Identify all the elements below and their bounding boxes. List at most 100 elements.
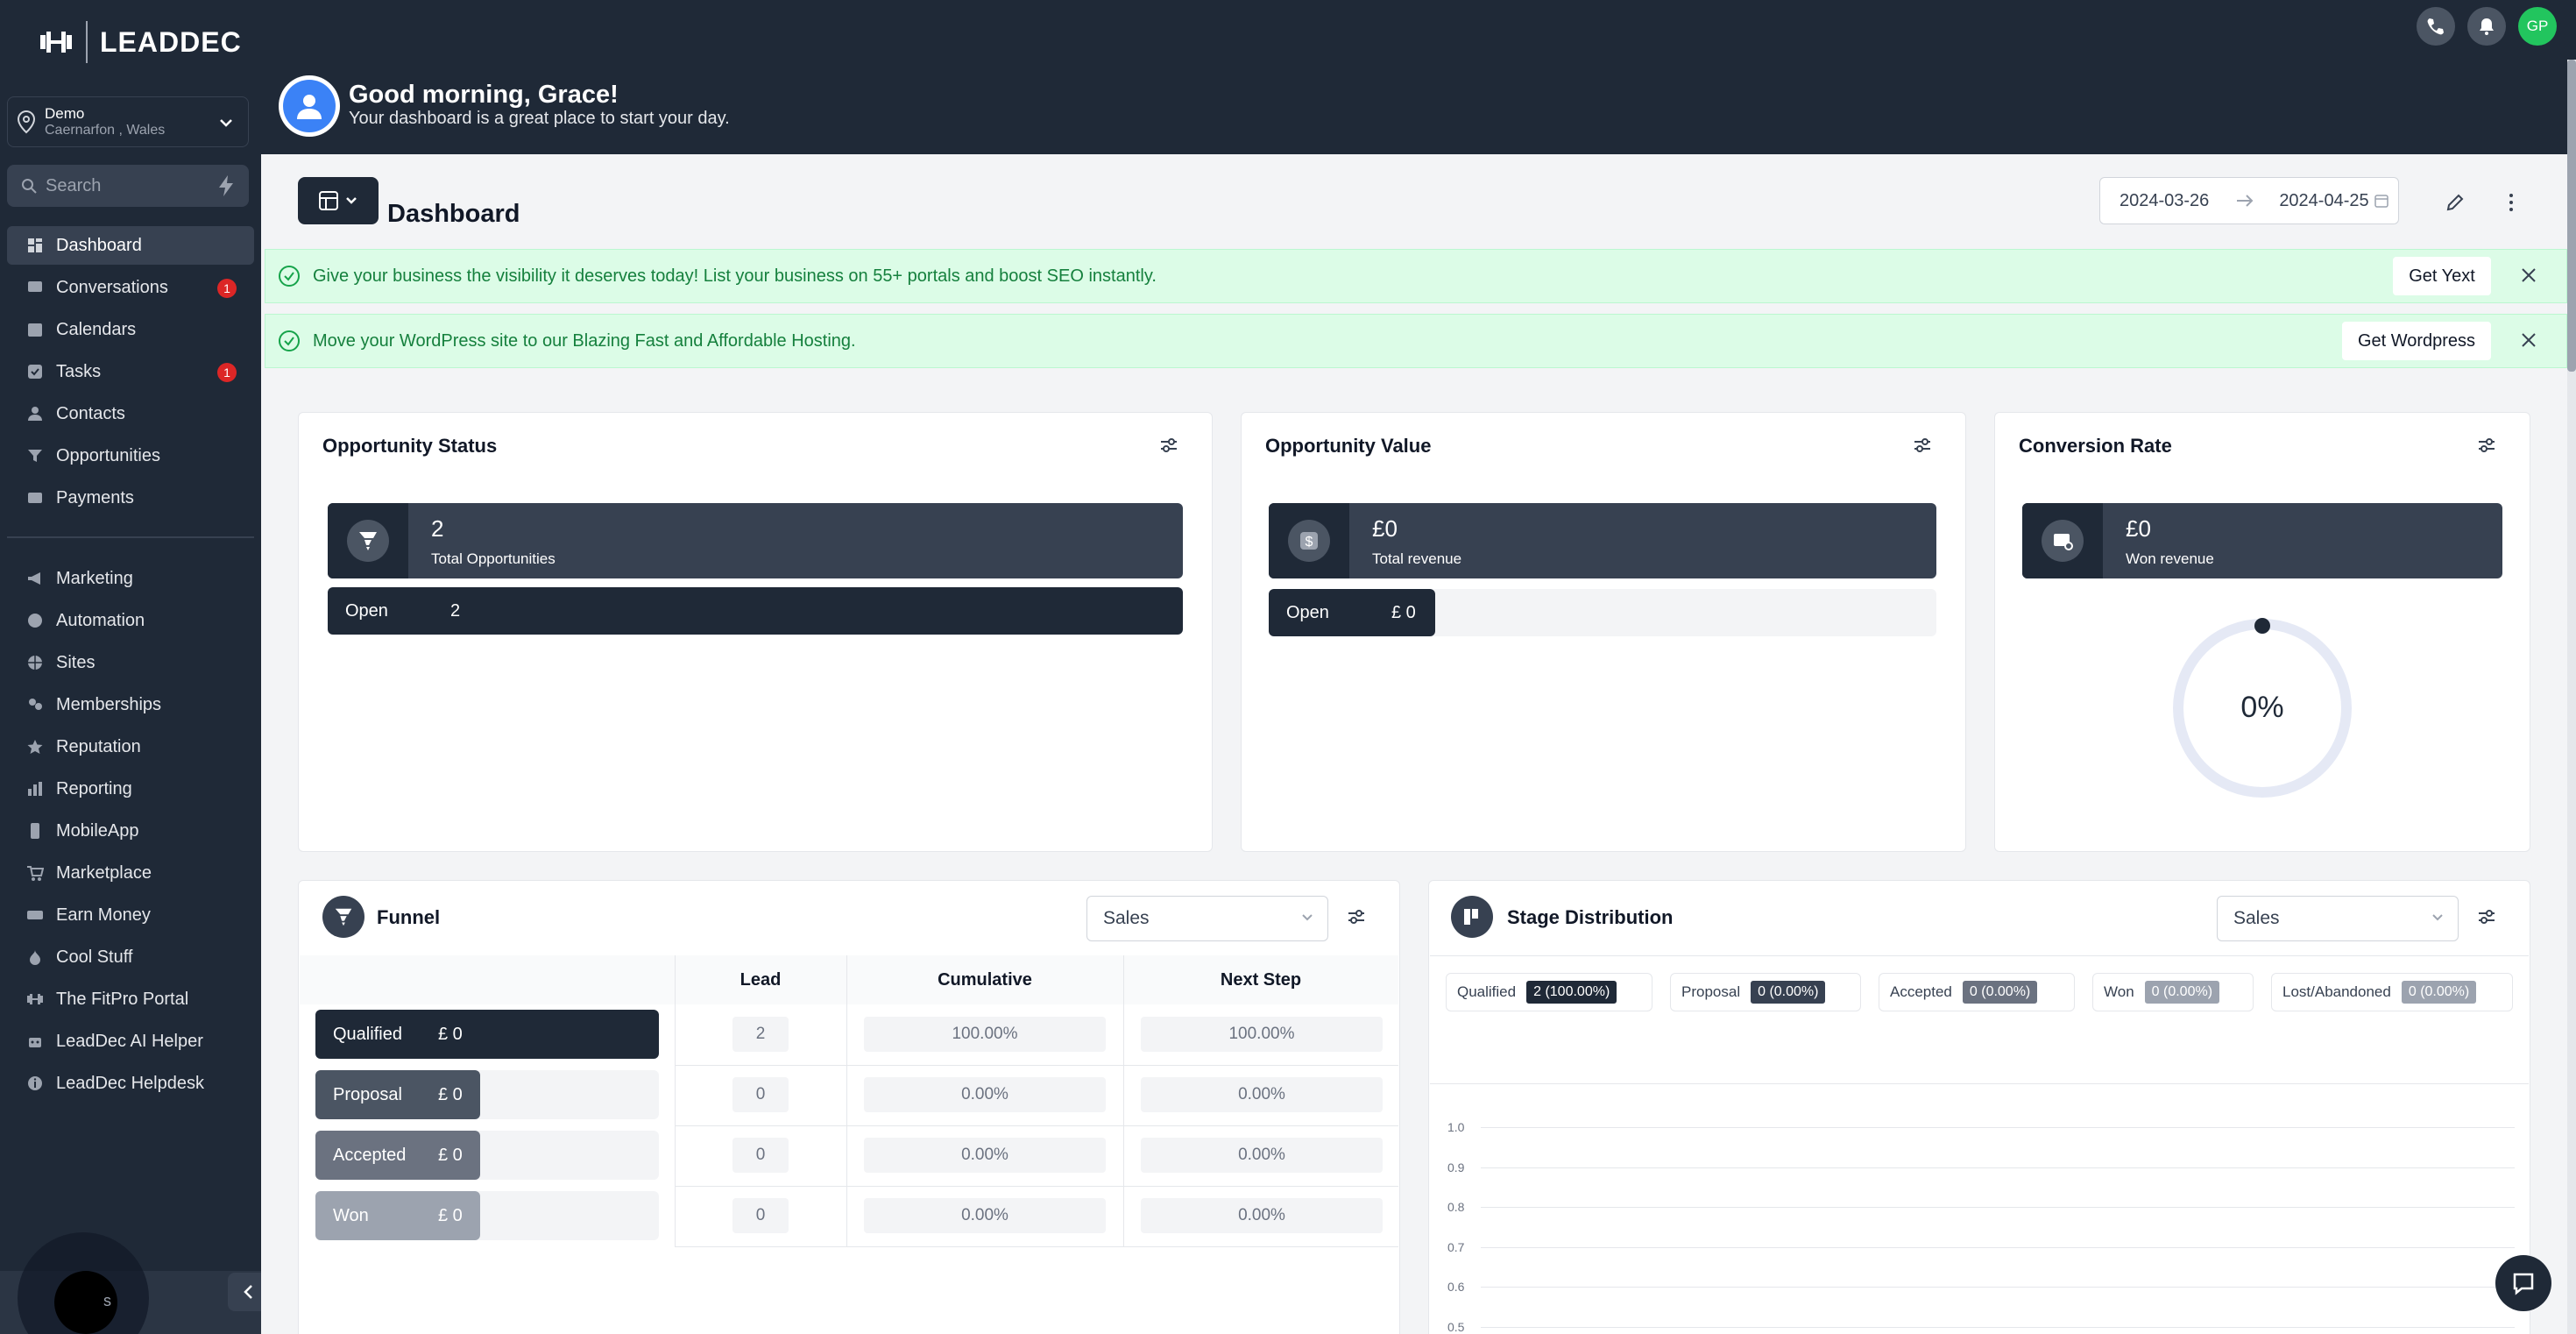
funnel-bar-accepted[interactable]: Accepted £ 0 (315, 1131, 480, 1180)
sidebar-item-payments[interactable]: Payments (7, 479, 254, 517)
date-range-picker[interactable]: 2024-03-26 2024-04-25 (2099, 177, 2399, 224)
greeting-avatar (279, 75, 340, 137)
get-yext-button[interactable]: Get Yext (2393, 257, 2491, 295)
sidebar-item-label: Earn Money (56, 905, 151, 925)
phone-button[interactable] (2417, 7, 2455, 46)
chat-icon (26, 279, 44, 296)
sidebar-item-automation[interactable]: Automation (7, 601, 254, 640)
close-icon[interactable] (2519, 266, 2538, 285)
register-icon (2054, 534, 2073, 550)
banner-text: Give your business the visibility it des… (313, 266, 1157, 286)
sidebar-item-label: Contacts (56, 403, 125, 423)
get-wordpress-button[interactable]: Get Wordpress (2342, 322, 2491, 360)
scrollbar-thumb[interactable] (2567, 60, 2576, 372)
open-status-row[interactable]: Open 2 (328, 587, 1183, 635)
close-icon[interactable] (2519, 330, 2538, 350)
layout-icon (319, 191, 338, 210)
sidebar-item-reporting[interactable]: Reporting (7, 770, 254, 808)
dashboard-switcher-button[interactable] (298, 177, 379, 224)
kanban-icon (1464, 909, 1478, 925)
stage-pill-won[interactable]: Won 0 (0.00%) (2092, 973, 2254, 1011)
sidebar-item-reputation[interactable]: Reputation (7, 727, 254, 766)
funnel-lead-cell: 0 (732, 1077, 789, 1112)
funnel-cumulative-cell: 0.00% (864, 1138, 1106, 1173)
search-input[interactable]: Search (7, 165, 249, 207)
stage-pill-qualified[interactable]: Qualified 2 (100.00%) (1446, 973, 1652, 1011)
sliders-icon[interactable] (1346, 906, 1367, 927)
stage-value: 0 (0.00%) (1751, 981, 1826, 1004)
chat-widget-button[interactable] (2495, 1255, 2551, 1311)
sidebar-item-conversations[interactable]: Conversations 1 (7, 268, 254, 307)
funnel-stage-label: Accepted (333, 1145, 407, 1165)
sidebar-item-marketplace[interactable]: Marketplace (7, 854, 254, 892)
star-icon (26, 738, 44, 756)
phone-icon (2427, 18, 2444, 35)
logo[interactable]: LEADDEC (39, 19, 242, 65)
banner-text: Move your WordPress site to our Blazing … (313, 330, 856, 351)
sliders-icon[interactable] (2476, 906, 2497, 927)
user-avatar[interactable]: GP (2518, 7, 2557, 46)
won-revenue-label: Won revenue (2126, 550, 2214, 567)
won-revenue-value: £0 (2126, 515, 2151, 542)
stage-value: 0 (0.00%) (2144, 981, 2220, 1004)
funnel-bar-won[interactable]: Won £ 0 (315, 1191, 480, 1240)
sidebar-item-the-fitpro-portal[interactable]: The FitPro Portal (7, 980, 254, 1018)
funnel-stage-amount: £ 0 (438, 1145, 463, 1165)
sliders-icon[interactable] (1158, 435, 1179, 456)
sidebar-item-memberships[interactable]: Memberships (7, 685, 254, 724)
col-divider (675, 955, 676, 1246)
edit-dashboard-button[interactable] (2434, 184, 2476, 221)
sidebar-item-mobileapp[interactable]: MobileApp (7, 812, 254, 850)
row-divider (675, 1186, 1398, 1187)
sidebar-item-leaddec-helpdesk[interactable]: LeadDec Helpdesk (7, 1064, 254, 1103)
date-end[interactable]: 2024-04-25 (2279, 191, 2370, 211)
sidebar-item-dashboard[interactable]: Dashboard (7, 226, 254, 265)
funnel-pipeline-select[interactable]: Sales (1086, 896, 1328, 941)
funnel-bar-qualified[interactable]: Qualified £ 0 (315, 1010, 659, 1059)
notifications-button[interactable] (2467, 7, 2506, 46)
date-start[interactable]: 2024-03-26 (2120, 191, 2209, 211)
stage-value: 0 (0.00%) (1962, 981, 2038, 1004)
y-tick-label: 0.6 (1447, 1280, 1465, 1294)
y-tick-label: 0.9 (1447, 1160, 1465, 1174)
sliders-icon[interactable] (1912, 435, 1933, 456)
open-value-row[interactable]: Open £ 0 (1269, 589, 1435, 636)
yext-banner: Give your business the visibility it des… (265, 249, 2567, 303)
table-bottom-border (675, 1246, 1398, 1247)
stage-pill-lost-abandoned[interactable]: Lost/Abandoned 0 (0.00%) (2271, 973, 2513, 1011)
bolt-icon[interactable] (214, 174, 238, 198)
sidebar-item-label: Automation (56, 610, 145, 630)
stage-pill-accepted[interactable]: Accepted 0 (0.00%) (1879, 973, 2075, 1011)
sidebar: LEADDEC Demo Caernarfon , Wales Search D… (0, 0, 270, 1334)
logo-text: LEADDEC (100, 25, 242, 58)
stage-distribution-title: Stage Distribution (1507, 906, 1674, 928)
funnel-next-step-cell: 0.00% (1141, 1198, 1383, 1233)
funnel-stage-label: Won (333, 1205, 369, 1225)
sidebar-item-tasks[interactable]: Tasks 1 (7, 352, 254, 391)
location-switcher[interactable]: Demo Caernarfon , Wales (7, 96, 249, 147)
sidebar-item-sites[interactable]: Sites (7, 643, 254, 682)
stage-pipeline-select[interactable]: Sales (2217, 896, 2459, 941)
funnel-bar-proposal[interactable]: Proposal £ 0 (315, 1070, 480, 1119)
sidebar-item-earn-money[interactable]: Earn Money (7, 896, 254, 934)
dashboard-icon (26, 237, 44, 254)
sidebar-item-contacts[interactable]: Contacts (7, 394, 254, 433)
stage-name: Qualified (1457, 983, 1517, 1000)
sidebar-item-cool-stuff[interactable]: Cool Stuff (7, 938, 254, 976)
sidebar-item-label: Payments (56, 487, 134, 507)
sidebar-item-calendars[interactable]: Calendars (7, 310, 254, 349)
sidebar-item-opportunities[interactable]: Opportunities (7, 436, 254, 475)
open-value-amount: £ 0 (1391, 602, 1416, 622)
total-opportunities-label: Total Opportunities (431, 550, 556, 567)
sidebar-bottom: s (0, 1232, 261, 1334)
sidebar-item-marketing[interactable]: Marketing (7, 559, 254, 598)
more-options-button[interactable] (2490, 184, 2532, 221)
user-icon (297, 95, 322, 119)
sliders-icon[interactable] (2476, 435, 2497, 456)
y-tick-label: 0.5 (1447, 1320, 1465, 1334)
funnel-bar-track: Accepted £ 0 (315, 1131, 659, 1180)
stage-pill-proposal[interactable]: Proposal 0 (0.00%) (1670, 973, 1861, 1011)
y-gridline (1481, 1287, 2515, 1288)
sidebar-item-leaddec-ai-helper[interactable]: LeadDec AI Helper (7, 1022, 254, 1061)
chart-icon (26, 780, 44, 798)
